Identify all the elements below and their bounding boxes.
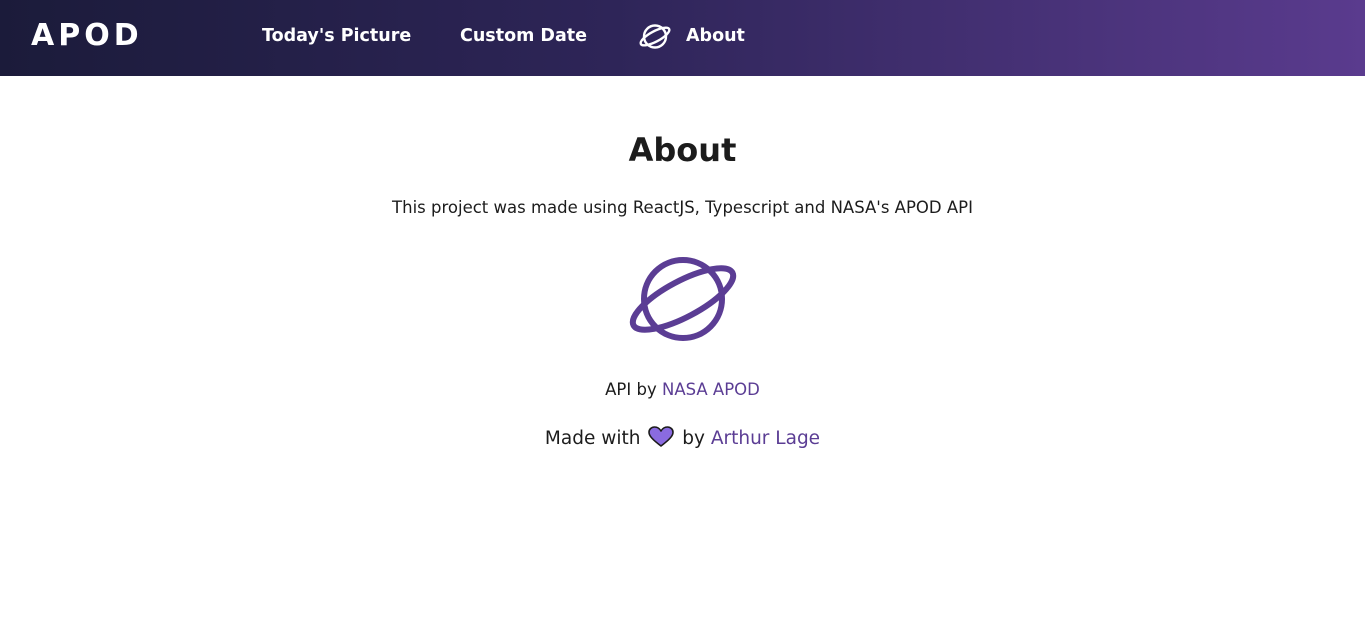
page-title: About: [628, 131, 737, 169]
brand-logo[interactable]: APOD: [31, 17, 143, 55]
nav-custom-date[interactable]: Custom Date: [460, 24, 587, 48]
planet-icon: [629, 257, 737, 341]
api-credit-prefix: API by: [605, 380, 657, 399]
project-description: This project was made using ReactJS, Typ…: [392, 198, 973, 217]
author-credit: Made with by Arthur Lage: [0, 426, 1365, 452]
planet-icon[interactable]: [638, 21, 672, 52]
author-link[interactable]: Arthur Lage: [711, 428, 820, 449]
heart-icon: [648, 426, 675, 447]
made-by-text: by: [682, 428, 705, 449]
nav-todays-picture[interactable]: Today's Picture: [262, 24, 411, 48]
top-navbar: APOD Today's Picture Custom Date About: [0, 0, 1365, 76]
api-credit: API by NASA APOD: [0, 378, 1365, 402]
nasa-apod-link[interactable]: NASA APOD: [662, 380, 760, 399]
made-with-prefix: Made with: [544, 428, 641, 449]
nav-about[interactable]: About: [686, 24, 745, 48]
